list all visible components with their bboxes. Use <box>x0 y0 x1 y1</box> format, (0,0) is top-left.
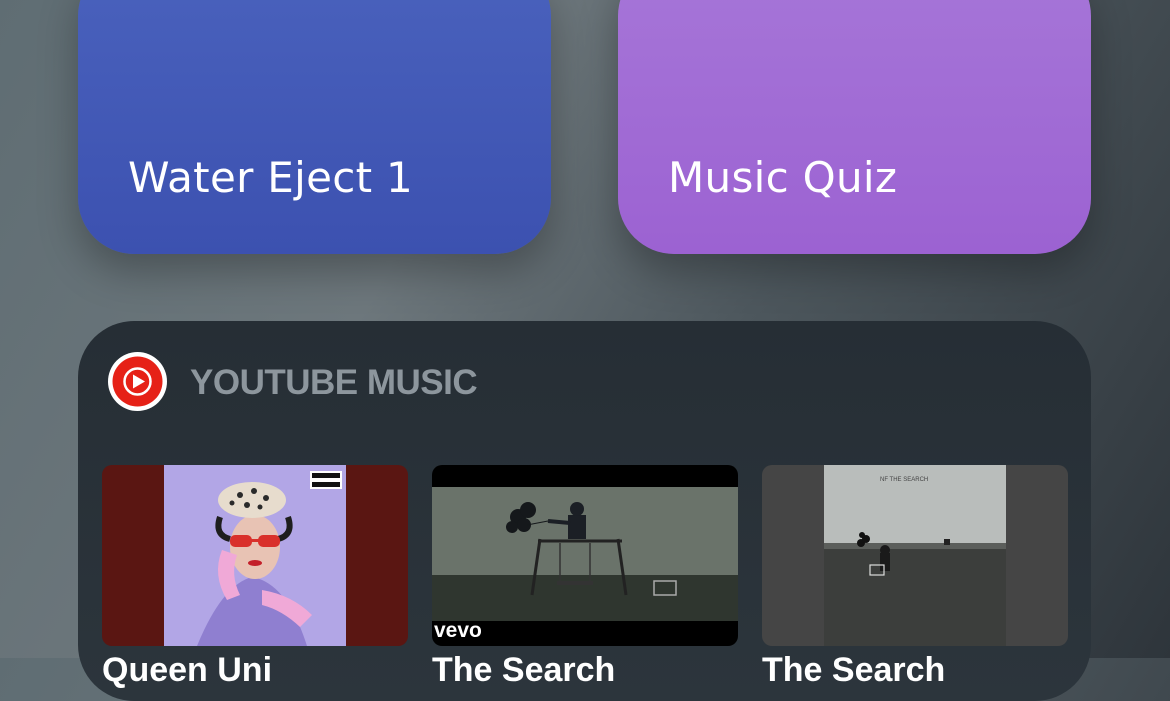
shortcut-water-eject[interactable]: Water Eject 1 <box>78 0 551 254</box>
album-cover-text: NF THE SEARCH <box>880 477 928 483</box>
youtube-music-icon <box>108 352 167 411</box>
video-thumbnail-2[interactable]: vevo <box>432 465 738 646</box>
youtube-music-widget[interactable]: YOUTUBE MUSIC Queen Uni vevo The Search … <box>78 321 1091 701</box>
shortcut-music-quiz[interactable]: Music Quiz <box>618 0 1091 254</box>
vevo-badge: vevo <box>434 619 482 642</box>
video-title[interactable]: The Search <box>432 651 738 690</box>
shortcut-label: Music Quiz <box>668 153 898 202</box>
video-thumbnail-1[interactable] <box>102 465 408 646</box>
widget-title: YOUTUBE MUSIC <box>190 363 478 402</box>
video-thumbnail-3[interactable]: NF THE SEARCH <box>762 465 1068 646</box>
shortcut-label: Water Eject 1 <box>128 153 414 202</box>
video-title[interactable]: Queen Uni <box>102 651 408 690</box>
video-title[interactable]: The Search <box>762 651 1068 690</box>
